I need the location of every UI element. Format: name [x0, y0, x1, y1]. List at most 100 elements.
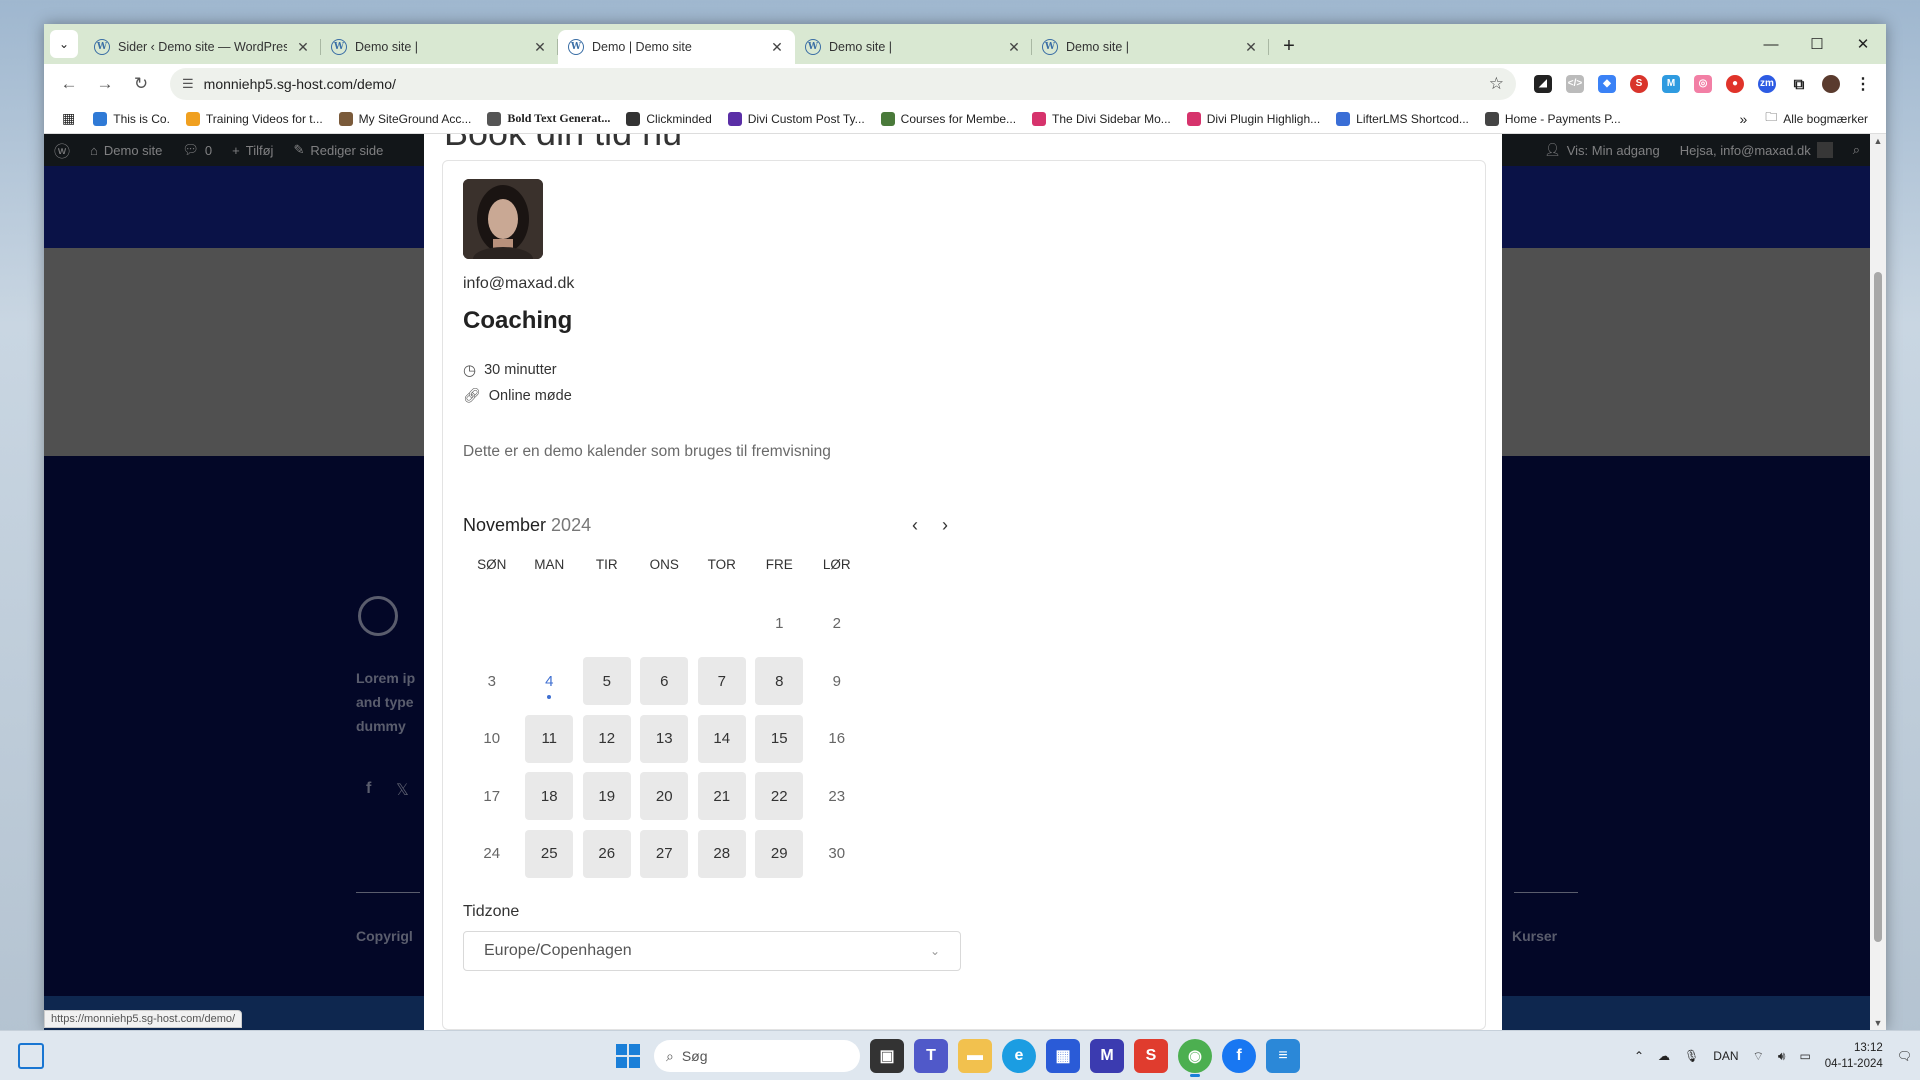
forward-button[interactable]: →	[90, 69, 120, 99]
browser-tab[interactable]: W Demo | Demo site ✕	[558, 30, 795, 64]
url-text[interactable]: monniehp5.sg-host.com/demo/	[204, 76, 1479, 92]
browser-tab[interactable]: W Demo site | ✕	[795, 30, 1032, 64]
tab-search-button[interactable]: ⌄	[50, 30, 78, 58]
facebook-app-icon[interactable]: f	[1222, 1039, 1256, 1073]
calendar-day-available[interactable]: 22	[755, 772, 804, 821]
bookmark-item[interactable]: This is Co.	[85, 106, 178, 132]
next-month-button[interactable]: ›	[933, 513, 957, 537]
store-icon[interactable]: ▦	[1046, 1039, 1080, 1073]
calendar-day-available[interactable]: 15	[755, 714, 804, 763]
apps-grid-icon[interactable]: ▦	[54, 106, 83, 132]
close-tab-icon[interactable]: ✕	[769, 39, 785, 56]
microphone-icon[interactable]: 🎙︎	[1684, 1049, 1699, 1063]
extension-icon-8[interactable]: zm	[1754, 71, 1780, 97]
profile-avatar[interactable]	[1818, 71, 1844, 97]
app-icon-s[interactable]: S	[1134, 1039, 1168, 1073]
bookmark-item[interactable]: LifterLMS Shortcod...	[1328, 106, 1477, 132]
extension-icon-5[interactable]: M	[1658, 71, 1684, 97]
extension-icon-1[interactable]: ◢	[1530, 71, 1556, 97]
calendar-day-available[interactable]: 13	[640, 714, 689, 763]
minimize-button[interactable]: —	[1748, 24, 1794, 64]
calendar-blank	[463, 595, 521, 653]
wifi-icon[interactable]: ⌔	[1753, 1049, 1764, 1064]
edge-icon[interactable]: e	[1002, 1039, 1036, 1073]
teams-icon[interactable]: T	[914, 1039, 948, 1073]
bookmark-item[interactable]: The Divi Sidebar Mo...	[1024, 106, 1179, 132]
calendar-day-available[interactable]: 28	[697, 829, 746, 878]
chrome-icon[interactable]: ◉	[1178, 1039, 1212, 1077]
app-icon-m[interactable]: M	[1090, 1039, 1124, 1073]
bookmark-item[interactable]: Training Videos for t...	[178, 106, 331, 132]
extensions-puzzle-icon[interactable]: ⧉	[1786, 71, 1812, 97]
browser-tab[interactable]: W Demo site | ✕	[1032, 30, 1269, 64]
taskbar-search[interactable]: ⌕ Søg	[654, 1040, 860, 1072]
calendar-day-available[interactable]: 26	[582, 829, 631, 878]
calendar-day-available[interactable]: 12	[582, 714, 631, 763]
calendar-day-available[interactable]: 27	[640, 829, 689, 878]
bookmark-item[interactable]: Bold Text Generat...	[479, 106, 618, 132]
close-window-button[interactable]: ✕	[1840, 24, 1886, 64]
all-bookmarks-folder[interactable]: 🗀 Alle bogmærker	[1757, 106, 1876, 132]
close-tab-icon[interactable]: ✕	[532, 39, 548, 56]
browser-tab[interactable]: W Demo site | ✕	[321, 30, 558, 64]
calendar-day-available[interactable]: 19	[582, 772, 631, 821]
chevron-down-icon: ⌄	[929, 944, 940, 958]
speaker-icon[interactable]: 🔊︎	[1778, 1049, 1786, 1064]
previous-month-button[interactable]: ‹	[903, 513, 927, 537]
back-button[interactable]: ←	[54, 69, 84, 99]
clock[interactable]: 13:12 04-11-2024	[1825, 1040, 1883, 1072]
close-tab-icon[interactable]: ✕	[1243, 39, 1259, 56]
bookmark-item[interactable]: Home - Payments P...	[1477, 106, 1629, 132]
calendar-day-available[interactable]: 11	[525, 714, 574, 763]
battery-icon[interactable]: ▭	[1799, 1049, 1810, 1063]
calendar-day-available[interactable]: 25	[525, 829, 574, 878]
bookmarks-overflow-button[interactable]: »	[1731, 106, 1755, 132]
scrollbar-thumb[interactable]	[1874, 272, 1882, 942]
task-view-icon[interactable]: ▣	[870, 1039, 904, 1073]
onedrive-icon[interactable]: ☁	[1658, 1049, 1670, 1063]
calendar-day-available[interactable]: 18	[525, 772, 574, 821]
site-info-icon[interactable]: ☰	[182, 76, 194, 92]
calendar-day-available[interactable]: 20	[640, 772, 689, 821]
timezone-select[interactable]: Europe/Copenhagen ⌄	[463, 931, 961, 971]
calendar-day-available[interactable]: 29	[755, 829, 804, 878]
close-tab-icon[interactable]: ✕	[295, 39, 311, 56]
notifications-icon[interactable]: 🗨︎	[1897, 1049, 1912, 1063]
file-explorer-icon[interactable]: ▬	[958, 1039, 992, 1073]
calendar-day-available[interactable]: 5	[582, 657, 631, 706]
maximize-button[interactable]: ☐	[1794, 24, 1840, 64]
calendar-day-available[interactable]: 21	[697, 772, 746, 821]
tray-overflow-chevron-icon[interactable]: ⌃	[1634, 1049, 1644, 1063]
page-scrollbar[interactable]: ▲ ▼	[1870, 134, 1886, 1030]
bookmark-item[interactable]: My SiteGround Acc...	[331, 106, 480, 132]
calendar-day-available[interactable]: 7	[697, 657, 746, 706]
calendar-day-available[interactable]: 8	[755, 657, 804, 706]
bookmark-item[interactable]: Divi Plugin Highligh...	[1179, 106, 1328, 132]
scroll-up-arrow-icon[interactable]: ▲	[1870, 136, 1886, 146]
extension-icon-7[interactable]: ●	[1722, 71, 1748, 97]
extension-icon-6[interactable]: ◎	[1690, 71, 1716, 97]
close-tab-icon[interactable]: ✕	[1006, 39, 1022, 56]
calendar-weekdays: SØN MAN TIR ONS TOR FRE LØR	[463, 557, 866, 572]
calendar-day-available[interactable]: 14	[697, 714, 746, 763]
reload-button[interactable]: ↻	[126, 69, 156, 99]
notepad-icon[interactable]: ≡	[1266, 1039, 1300, 1073]
tab-title: Demo | Demo site	[592, 40, 692, 54]
start-windows-icon[interactable]	[612, 1040, 644, 1072]
browser-menu-icon[interactable]: ⋮	[1850, 71, 1876, 97]
bookmark-label: My SiteGround Acc...	[358, 111, 472, 126]
address-bar[interactable]: ☰ monniehp5.sg-host.com/demo/ ☆	[170, 68, 1516, 100]
extension-icon-4[interactable]: S	[1626, 71, 1652, 97]
bookmark-item[interactable]: Clickminded	[618, 106, 719, 132]
widgets-icon[interactable]	[18, 1043, 44, 1069]
language-indicator[interactable]: DAN	[1713, 1049, 1738, 1063]
scroll-down-arrow-icon[interactable]: ▼	[1870, 1018, 1886, 1028]
extension-icon-2[interactable]: </>	[1562, 71, 1588, 97]
bookmark-item[interactable]: Courses for Membe...	[873, 106, 1024, 132]
bookmark-item[interactable]: Divi Custom Post Ty...	[720, 106, 873, 132]
bookmark-star-icon[interactable]: ☆	[1489, 74, 1504, 94]
browser-tab[interactable]: W Sider ‹ Demo site — WordPress ✕	[84, 30, 321, 64]
extension-icon-3[interactable]: ◆	[1594, 71, 1620, 97]
calendar-day-available[interactable]: 6	[640, 657, 689, 706]
new-tab-button[interactable]: +	[1275, 32, 1303, 60]
